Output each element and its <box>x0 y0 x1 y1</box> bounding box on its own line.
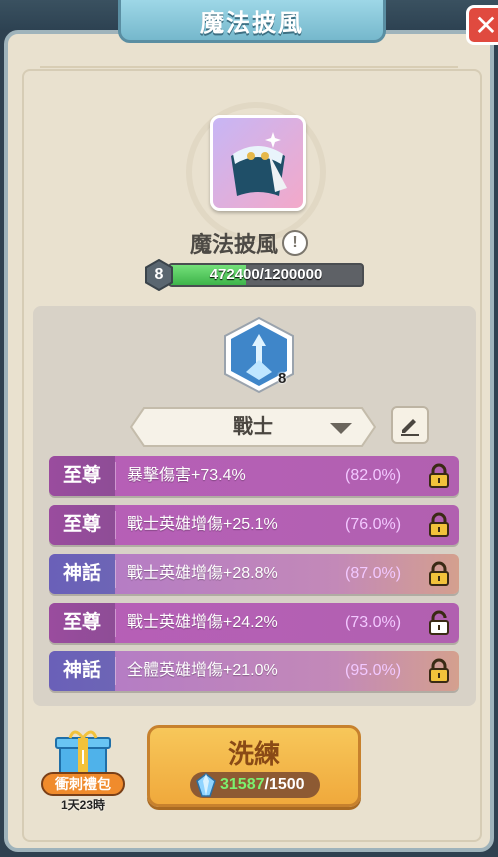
edit-button[interactable] <box>391 406 429 444</box>
attribute-stat: 全體英雄增傷+21.0% <box>127 662 278 679</box>
xp-bar: 472400/1200000 <box>168 263 364 287</box>
attribute-stat: 戰士英雄增傷+24.2% <box>127 614 278 631</box>
crystal-gem-icon <box>196 773 216 797</box>
attribute-percent: (73.0%) <box>345 614 402 631</box>
item-name: 魔法披風 <box>189 232 278 257</box>
chevron-down-icon <box>330 423 352 434</box>
attribute-tier: 至尊 <box>49 603 115 643</box>
crystal-owned: 31587 <box>220 776 265 793</box>
attribute-divider <box>115 511 116 539</box>
lock-icon[interactable] <box>427 658 451 684</box>
attribute-divider <box>115 560 116 588</box>
lock-icon[interactable] <box>427 463 451 489</box>
close-icon: ✕ <box>474 9 498 41</box>
item-level: 8 <box>154 266 164 283</box>
gift-label: 衝刺禮包 <box>41 772 125 796</box>
sprint-gift-pack[interactable]: 衝刺禮包 1天23時 <box>38 724 128 816</box>
attribute-stat: 暴擊傷害+73.4% <box>127 467 246 484</box>
attribute-tier: 至尊 <box>49 505 115 545</box>
attribute-percent: (82.0%) <box>345 467 402 484</box>
info-icon[interactable]: ! <box>282 230 308 256</box>
pencil-icon <box>401 419 419 436</box>
title-banner: 魔法披風 <box>118 0 386 43</box>
reroll-button[interactable]: 洗練 31587/1500 <box>147 725 361 807</box>
xp-text: 472400/1200000 <box>209 266 323 283</box>
gift-timer: 1天23時 <box>60 798 106 812</box>
unlock-icon[interactable] <box>427 610 451 636</box>
magic-cape-icon[interactable] <box>210 115 306 211</box>
reroll-label: 洗練 <box>227 739 280 769</box>
attribute-row: 至尊 暴擊傷害+73.4% (82.0%) <box>49 456 459 496</box>
attribute-divider <box>115 657 116 685</box>
attribute-tier: 神話 <box>49 651 115 691</box>
decorative-divider <box>40 66 458 68</box>
attribute-tier: 至尊 <box>49 456 115 496</box>
lock-icon[interactable] <box>427 512 451 538</box>
attribute-percent: (95.0%) <box>345 662 402 679</box>
attribute-divider <box>115 462 116 490</box>
attribute-divider <box>115 609 116 637</box>
crystal-cost: /1500 <box>264 776 305 793</box>
attribute-stat: 戰士英雄增傷+28.8% <box>127 565 278 582</box>
attribute-percent: (76.0%) <box>345 516 402 533</box>
item-level-badge: 8 <box>143 258 175 292</box>
attribute-stat: 戰士英雄增傷+25.1% <box>127 516 278 533</box>
attribute-row: 至尊 戰士英雄增傷+25.1% (76.0%) <box>49 505 459 545</box>
attribute-percent: (87.0%) <box>345 565 402 582</box>
attribute-row: 神話 戰士英雄增傷+28.8% (87.0%) <box>49 554 459 594</box>
class-emblem-level: 8 <box>278 370 287 387</box>
lock-icon[interactable] <box>427 561 451 587</box>
item-name-row: 魔法披風! <box>0 227 498 259</box>
class-dropdown[interactable]: 戰士 <box>130 407 376 447</box>
close-button[interactable]: ✕ <box>466 5 498 45</box>
attribute-tier: 神話 <box>49 554 115 594</box>
attribute-row: 神話 全體英雄增傷+21.0% (95.0%) <box>49 651 459 691</box>
reroll-cost: 31587/1500 <box>190 772 320 798</box>
dialog-title: 魔法披風 <box>200 9 304 37</box>
attribute-row: 至尊 戰士英雄增傷+24.2% (73.0%) <box>49 603 459 643</box>
